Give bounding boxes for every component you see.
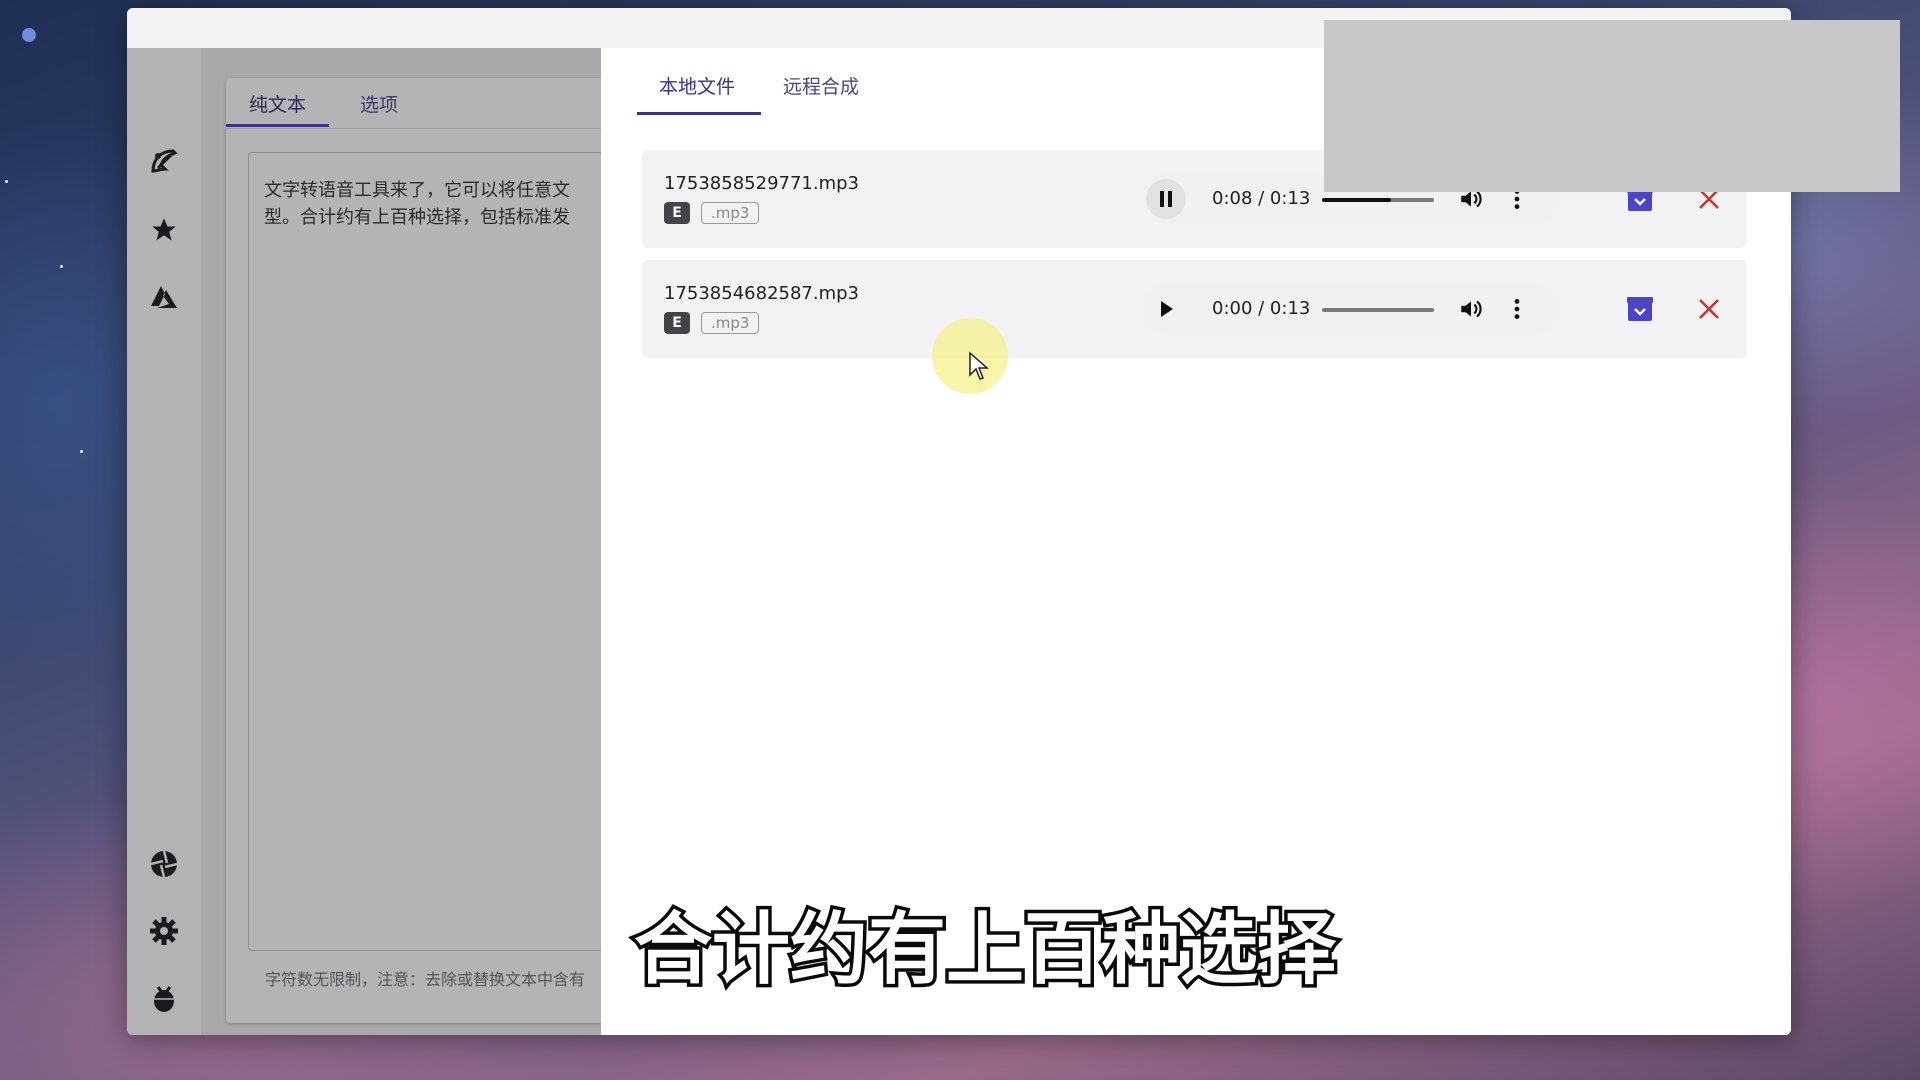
play-icon — [1161, 301, 1173, 317]
video-subtitle: 合计约有上百种选择 — [630, 902, 1339, 999]
gear-icon[interactable] — [147, 914, 181, 948]
seek-slider[interactable] — [1322, 198, 1434, 202]
seek-progress — [1322, 198, 1392, 202]
ext-badge: .mp3 — [701, 202, 760, 224]
text-content: 文字转语音工具来了，它可以将任意文 型。合计约有上百种选择，包括标准发 — [264, 177, 602, 231]
more-options-icon[interactable] — [1504, 296, 1530, 322]
time-display: 0:00 / 0:13 — [1212, 298, 1311, 319]
background-star — [22, 28, 36, 42]
audio-player: 0:00 / 0:13 — [1142, 283, 1560, 335]
text-line: 文字转语音工具来了，它可以将任意文 — [264, 180, 570, 201]
background-star — [5, 180, 8, 183]
char-limit-hint: 字符数无限制，注意：去除或替换文本中含有 — [265, 970, 586, 989]
close-icon[interactable] — [1697, 297, 1721, 321]
tab-underline — [226, 124, 329, 127]
file-name: 1753858529771.mp3 — [664, 173, 860, 194]
tab-remote-synthesis[interactable]: 远程合成 — [783, 72, 859, 99]
overlay-panel — [1324, 20, 1900, 192]
file-name: 1753854682587.mp3 — [664, 283, 860, 304]
star-icon[interactable] — [147, 213, 181, 247]
tab-options[interactable]: 选项 — [360, 90, 398, 117]
bug-icon[interactable] — [147, 981, 181, 1015]
ext-badge: .mp3 — [701, 312, 760, 334]
sidebar — [127, 48, 201, 1035]
palette-icon[interactable] — [147, 145, 181, 179]
editor-area: 纯文本 选项 文字转语音工具来了，它可以将任意文 型。合计约有上百种选择，包括标… — [201, 48, 602, 1035]
tab-underline — [637, 112, 761, 115]
pause-icon — [1160, 191, 1172, 207]
text-input[interactable]: 文字转语音工具来了，它可以将任意文 型。合计约有上百种选择，包括标准发 — [248, 152, 602, 951]
seek-slider[interactable] — [1322, 308, 1434, 312]
cursor-icon — [969, 351, 989, 380]
background-star — [80, 450, 83, 453]
play-button[interactable] — [1146, 289, 1186, 329]
volume-icon[interactable] — [1458, 296, 1484, 322]
save-icon[interactable] — [1626, 295, 1654, 323]
aperture-icon[interactable] — [147, 847, 181, 881]
text-line: 型。合计约有上百种选择，包括标准发 — [264, 207, 570, 228]
azure-icon[interactable] — [147, 280, 181, 314]
time-display: 0:08 / 0:13 — [1212, 188, 1311, 209]
tab-local-files[interactable]: 本地文件 — [659, 72, 735, 99]
pause-button[interactable] — [1146, 179, 1186, 219]
editor-card: 纯文本 选项 文字转语音工具来了，它可以将任意文 型。合计约有上百种选择，包括标… — [226, 78, 602, 1023]
engine-badge: E — [664, 312, 690, 334]
editor-tabs: 纯文本 选项 — [226, 78, 601, 129]
engine-badge: E — [664, 202, 690, 224]
background-star — [60, 265, 63, 268]
list-item: 1753854682587.mp3 E .mp3 0:00 / 0:13 — [642, 260, 1747, 358]
tab-plain-text[interactable]: 纯文本 — [249, 90, 306, 117]
